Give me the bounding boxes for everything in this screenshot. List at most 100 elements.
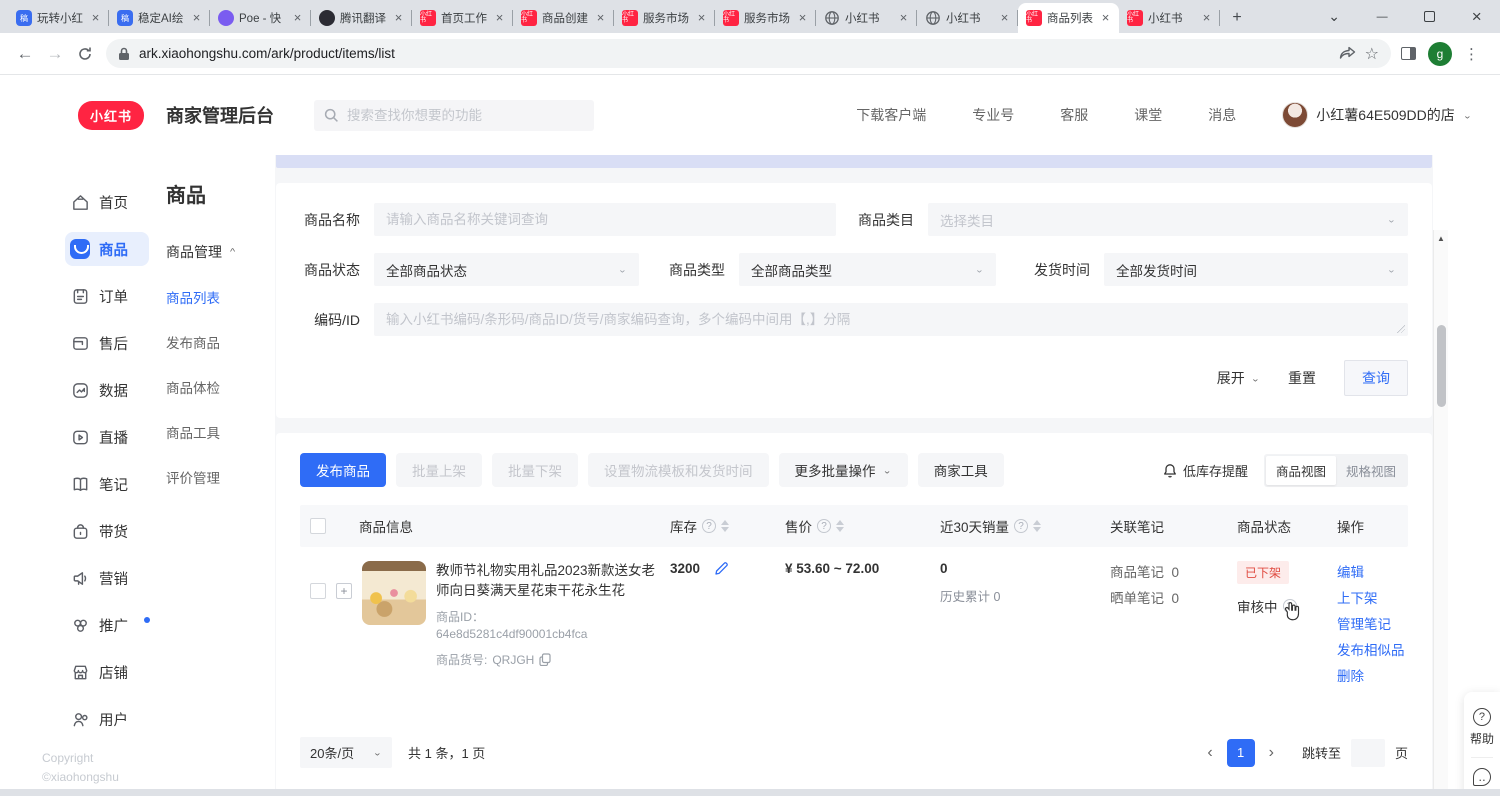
browser-tab[interactable]: Poe - 快× xyxy=(210,3,311,33)
forward-icon[interactable]: → xyxy=(40,39,70,69)
url-text[interactable]: ark.xiaohongshu.com/ark/product/items/li… xyxy=(139,46,1330,61)
help-button[interactable]: ?帮助 xyxy=(1470,702,1494,753)
tab-close-icon[interactable]: × xyxy=(492,11,507,26)
sort-icon[interactable] xyxy=(721,520,729,532)
tab-close-icon[interactable]: × xyxy=(189,11,204,26)
current-page-button[interactable]: 1 xyxy=(1227,739,1255,767)
browser-tab[interactable]: 小红书商品创建× xyxy=(513,3,614,33)
sort-icon[interactable] xyxy=(1033,520,1041,532)
browser-tab[interactable]: 小红书服务市场× xyxy=(715,3,816,33)
action-toggle-shelf[interactable]: 上下架 xyxy=(1337,587,1408,607)
nav-customer-service[interactable]: 客服 xyxy=(1060,105,1088,125)
page-size-select[interactable]: 20条/页⌄ xyxy=(300,737,392,768)
tab-close-icon[interactable]: × xyxy=(1098,11,1113,26)
sidebar-item-live[interactable]: 直播 xyxy=(70,420,146,454)
xiaohongshu-logo[interactable]: 小红书 xyxy=(78,101,144,130)
action-delete[interactable]: 删除 xyxy=(1337,665,1408,685)
next-page-icon[interactable]: › xyxy=(1265,744,1278,762)
query-button[interactable]: 查询 xyxy=(1344,360,1408,396)
row-checkbox[interactable] xyxy=(310,583,326,599)
jump-page-input[interactable] xyxy=(1351,739,1385,767)
sidebar-item-goods[interactable]: 商品 xyxy=(65,232,149,266)
browser-menu-icon[interactable]: ⋮ xyxy=(1464,45,1479,63)
minimize-icon[interactable]: — xyxy=(1377,11,1388,23)
help-icon[interactable]: ? xyxy=(702,519,716,533)
tab-close-icon[interactable]: × xyxy=(795,11,810,26)
help-icon[interactable]: ? xyxy=(817,519,831,533)
submenu-item-product-tools[interactable]: 商品工具 xyxy=(166,422,275,442)
sort-icon[interactable] xyxy=(836,520,844,532)
browser-tab[interactable]: 腾讯翻译× xyxy=(311,3,412,33)
browser-profile-avatar[interactable]: g xyxy=(1428,42,1452,66)
edit-stock-pencil-icon[interactable] xyxy=(714,561,729,576)
browser-tab[interactable]: 稿稳定AI绘× xyxy=(109,3,210,33)
nav-messages[interactable]: 消息 xyxy=(1208,105,1236,125)
tab-close-icon[interactable]: × xyxy=(593,11,608,26)
tab-close-icon[interactable]: × xyxy=(896,11,911,26)
nav-classroom[interactable]: 课堂 xyxy=(1134,105,1162,125)
spec-view-tab[interactable]: 规格视图 xyxy=(1336,456,1406,485)
action-publish-similar[interactable]: 发布相似品 xyxy=(1337,639,1408,659)
share-icon[interactable] xyxy=(1339,46,1356,61)
browser-tab[interactable]: 小红书× xyxy=(917,3,1018,33)
sidebar-item-data[interactable]: 数据 xyxy=(70,373,146,407)
help-icon[interactable]: ? xyxy=(1014,519,1028,533)
copy-icon[interactable] xyxy=(539,653,551,666)
sidebar-item-promotion[interactable]: 推广 xyxy=(70,608,146,642)
sidebar-item-users[interactable]: 用户 xyxy=(70,702,146,736)
expand-filters-button[interactable]: 展开⌄ xyxy=(1217,368,1260,388)
tab-close-icon[interactable]: × xyxy=(290,11,305,26)
scrollbar-thumb[interactable] xyxy=(1437,325,1446,407)
product-title[interactable]: 教师节礼物实用礼品2023新款送女老师向日葵满天星花束干花永生花 xyxy=(436,561,656,601)
function-search[interactable] xyxy=(314,100,594,131)
side-panel-icon[interactable] xyxy=(1401,47,1416,60)
product-name-input[interactable] xyxy=(386,212,824,227)
logistics-template-button[interactable]: 设置物流模板和发货时间 xyxy=(588,453,769,487)
sidebar-item-orders[interactable]: 订单 xyxy=(70,279,146,313)
tab-close-icon[interactable]: × xyxy=(694,11,709,26)
batch-off-shelf-button[interactable]: 批量下架 xyxy=(492,453,578,487)
sidebar-item-notes[interactable]: 笔记 xyxy=(70,467,146,501)
code-id-input[interactable] xyxy=(386,312,1396,327)
tab-close-icon[interactable]: × xyxy=(997,11,1012,26)
browser-tab[interactable]: 小红书服务市场× xyxy=(614,3,715,33)
merchant-tools-button[interactable]: 商家工具 xyxy=(918,453,1004,487)
page-scrollbar[interactable]: ▲ xyxy=(1433,230,1448,796)
prev-page-icon[interactable]: ‹ xyxy=(1203,744,1216,762)
nav-download-client[interactable]: 下载客户端 xyxy=(856,105,926,125)
low-stock-alert-button[interactable]: 低库存提醒 xyxy=(1163,461,1248,480)
shop-account-menu[interactable]: 小红薯64E509DD的店 ⌄ xyxy=(1282,102,1472,128)
browser-tab-active[interactable]: 小红书商品列表× xyxy=(1018,3,1119,33)
expand-row-icon[interactable]: + xyxy=(336,583,352,599)
sidebar-item-shop[interactable]: 店铺 xyxy=(70,655,146,689)
product-view-tab[interactable]: 商品视图 xyxy=(1266,456,1336,485)
select-all-checkbox[interactable] xyxy=(310,518,326,534)
action-manage-notes[interactable]: 管理笔记 xyxy=(1337,613,1408,633)
sidebar-item-home[interactable]: 首页 xyxy=(70,185,146,219)
resize-grip-icon[interactable] xyxy=(1397,325,1405,333)
back-icon[interactable]: ← xyxy=(10,39,40,69)
bookmark-star-icon[interactable]: ☆ xyxy=(1365,44,1379,64)
address-bar[interactable]: ark.xiaohongshu.com/ark/product/items/li… xyxy=(106,39,1391,68)
new-tab-button[interactable]: + xyxy=(1224,5,1250,31)
sidebar-item-marketing[interactable]: 营销 xyxy=(70,561,146,595)
type-select[interactable]: 全部商品类型 ⌄ xyxy=(739,253,996,286)
submenu-item-product-checkup[interactable]: 商品体检 xyxy=(166,377,275,397)
batch-on-shelf-button[interactable]: 批量上架 xyxy=(396,453,482,487)
browser-tab[interactable]: 小红书小红书× xyxy=(1119,3,1220,33)
tab-close-icon[interactable]: × xyxy=(391,11,406,26)
shipping-time-select[interactable]: 全部发货时间 ⌄ xyxy=(1104,253,1408,286)
status-select[interactable]: 全部商品状态 ⌄ xyxy=(374,253,639,286)
code-id-field[interactable] xyxy=(374,303,1408,336)
browser-tab[interactable]: 小红书首页工作× xyxy=(412,3,513,33)
more-batch-actions-button[interactable]: 更多批量操作⌄ xyxy=(779,453,908,487)
submenu-item-product-list[interactable]: 商品列表 xyxy=(166,287,275,307)
action-edit[interactable]: 编辑 xyxy=(1337,561,1408,581)
category-select[interactable]: 选择类目 ⌄ xyxy=(928,203,1408,236)
sidebar-item-carry-goods[interactable]: 带货 xyxy=(70,514,146,548)
submenu-group-product-management[interactable]: 商品管理^ xyxy=(166,242,275,262)
maximize-icon[interactable] xyxy=(1424,11,1435,22)
browser-tab[interactable]: 稿玩转小红× xyxy=(8,3,109,33)
window-close-icon[interactable]: × xyxy=(1472,7,1482,27)
submenu-item-review-management[interactable]: 评价管理 xyxy=(166,467,275,487)
